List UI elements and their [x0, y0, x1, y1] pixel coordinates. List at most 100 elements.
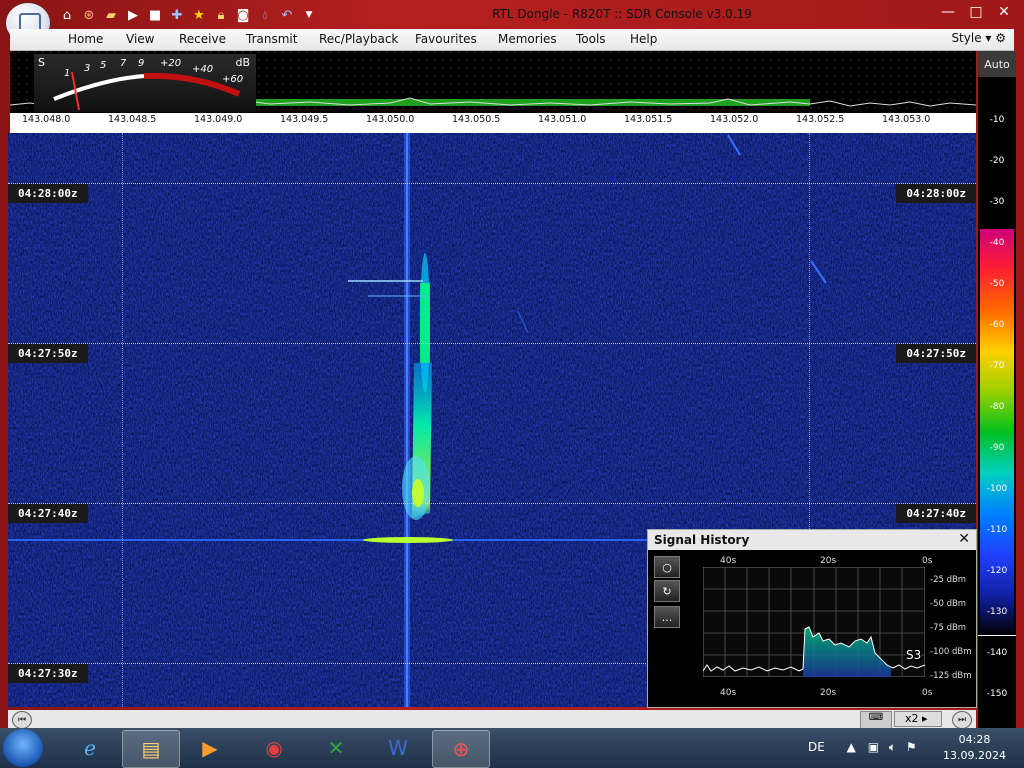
menu-memories[interactable]: Memories: [498, 32, 557, 46]
frequency-tick: 143.052.5: [796, 114, 845, 125]
signal-history-header[interactable]: Signal History ✕: [648, 530, 976, 550]
gear-icon[interactable]: ⚙: [995, 31, 1006, 45]
internet-explorer-icon[interactable]: ℯ: [62, 730, 118, 766]
signal-history-panel: Signal History ✕ ○ ↻ ... 40s 20s 0s S3 -…: [647, 529, 977, 708]
spectrum-display[interactable]: S dB 1 3 5 7 9 +20 +40 +60: [10, 51, 976, 113]
history-x-label: 40s: [720, 556, 737, 566]
frequency-tick: 143.049.5: [280, 114, 329, 125]
db-tick: +20: [160, 58, 182, 69]
s-tick: 3: [84, 63, 91, 74]
db-tick: +40: [192, 64, 214, 75]
menu-bar: Home View Receive Transmit Rec/Playback …: [10, 29, 1014, 51]
window-controls: — □ ✕: [934, 2, 1018, 22]
scale-divider: [978, 635, 1016, 636]
time-gridline: [8, 343, 976, 344]
scale-level: -60: [989, 320, 1005, 330]
time-label-left: 04:27:50z: [8, 344, 88, 363]
signal-history-graph: [703, 567, 925, 677]
frequency-tick: 143.049.0: [194, 114, 243, 125]
history-y-label: -25 dBm: [930, 575, 967, 585]
scale-level: -130: [986, 607, 1008, 617]
minimize-button[interactable]: —: [934, 2, 962, 22]
scale-level: -90: [989, 443, 1005, 453]
frequency-tick: 143.048.0: [22, 114, 71, 125]
start-button[interactable]: [3, 729, 43, 767]
history-x-label: 0s: [922, 556, 933, 566]
excel-icon[interactable]: ✕: [308, 730, 364, 766]
word-icon[interactable]: W: [370, 730, 426, 766]
scale-level: -140: [986, 648, 1008, 658]
menu-home[interactable]: Home: [68, 32, 103, 46]
chrome-icon[interactable]: ◉: [246, 730, 302, 766]
frequency-tick: 143.050.5: [452, 114, 501, 125]
menu-transmit[interactable]: Transmit: [246, 32, 297, 46]
file-explorer-icon[interactable]: ▤: [122, 730, 180, 768]
menu-tools[interactable]: Tools: [576, 32, 606, 46]
clock-time: 04:28: [958, 733, 991, 746]
close-button[interactable]: ✕: [990, 2, 1018, 22]
menu-help[interactable]: Help: [630, 32, 657, 46]
clock[interactable]: 04:28 13.09.2024: [943, 732, 1006, 764]
time-gridline: [8, 183, 976, 184]
frequency-axis[interactable]: 143.048.0 143.048.5 143.049.0 143.049.5 …: [10, 113, 976, 128]
time-label-left: 04:27:30z: [8, 664, 88, 683]
scroll-left-icon[interactable]: ⏮: [12, 711, 32, 729]
frequency-tick: 143.051.5: [624, 114, 673, 125]
scale-level: -100: [986, 484, 1008, 494]
show-hidden-icons-icon[interactable]: ▲: [847, 740, 856, 754]
scale-level: -150: [986, 689, 1008, 699]
history-y-label: -125 dBm: [930, 671, 972, 681]
app-window: ⌂ ⊛ ▰ ▶ ■ ✚ ★ 🔒︎ ◙ 💧︎ ↶ ▼ RTL Dongle - R…: [0, 0, 1024, 729]
menu-recplayback[interactable]: Rec/Playback: [319, 32, 398, 46]
scale-level: -120: [986, 566, 1008, 576]
db-tick: +60: [222, 74, 244, 85]
history-y-label: -50 dBm: [930, 599, 967, 609]
system-tray: DE ▲ ▣ 🔈︎ ⚑: [808, 740, 917, 755]
frequency-tick: 143.051.0: [538, 114, 587, 125]
s-tick: 5: [100, 60, 107, 71]
s-label: S: [38, 56, 45, 69]
volume-icon[interactable]: 🔈︎: [889, 740, 896, 754]
keyboard-icon[interactable]: ⌨: [860, 711, 892, 729]
scroll-right-icon[interactable]: ⏭: [952, 711, 972, 729]
network-icon[interactable]: ▣: [868, 740, 879, 754]
frequency-tick: 143.050.0: [366, 114, 415, 125]
scale-level: -50: [989, 279, 1005, 289]
frequency-tick: 143.053.0: [882, 114, 931, 125]
zoom-selector[interactable]: x2 ▸: [894, 711, 942, 727]
media-player-icon[interactable]: ▶: [182, 730, 238, 766]
frequency-gridline: [122, 133, 123, 707]
colour-scale[interactable]: Auto -10 -20 -30 -40 -50 -60 -70 -80 -90…: [978, 51, 1016, 728]
sdr-console-icon[interactable]: ⊕: [432, 730, 490, 768]
scale-level: -110: [986, 525, 1008, 535]
more-button[interactable]: ...: [654, 606, 680, 628]
menu-view[interactable]: View: [126, 32, 154, 46]
time-label-right: 04:27:40z: [896, 504, 976, 523]
scale-level: -40: [989, 238, 1005, 248]
style-button[interactable]: Style ▾ ⚙: [951, 31, 1006, 45]
action-center-icon[interactable]: ⚑: [906, 740, 917, 754]
record-button[interactable]: ○: [654, 556, 680, 578]
maximize-button[interactable]: □: [962, 2, 990, 22]
bottom-toolbar: ⏮ ⌨ x2 ▸ ⏭: [8, 710, 976, 729]
taskbar: ℯ ▤ ▶ ◉ ✕ W ⊕ DE ▲ ▣ 🔈︎ ⚑ 04:28 13.09.20…: [0, 728, 1024, 768]
close-icon[interactable]: ✕: [958, 531, 970, 547]
s-reading: S3: [906, 648, 922, 662]
s-meter: S dB 1 3 5 7 9 +20 +40 +60: [34, 54, 256, 112]
window-title: RTL Dongle - R820T :: SDR Console v3.0.1…: [492, 7, 752, 21]
time-label-left: 04:27:40z: [8, 504, 88, 523]
scale-level: -10: [989, 115, 1005, 125]
language-indicator[interactable]: DE: [808, 740, 825, 754]
s-tick: 1: [64, 68, 71, 79]
signal-history-title: Signal History: [654, 533, 750, 547]
scale-level: -70: [989, 361, 1005, 371]
zoom-value: x2: [905, 712, 919, 725]
reset-button[interactable]: ↻: [654, 580, 680, 602]
s-tick: 9: [138, 58, 145, 69]
frequency-tick: 143.052.0: [710, 114, 759, 125]
db-label: dB: [235, 56, 250, 69]
menu-receive[interactable]: Receive: [179, 32, 226, 46]
auto-button[interactable]: Auto: [978, 51, 1016, 77]
history-x-label: 20s: [820, 688, 837, 698]
menu-favourites[interactable]: Favourites: [415, 32, 477, 46]
